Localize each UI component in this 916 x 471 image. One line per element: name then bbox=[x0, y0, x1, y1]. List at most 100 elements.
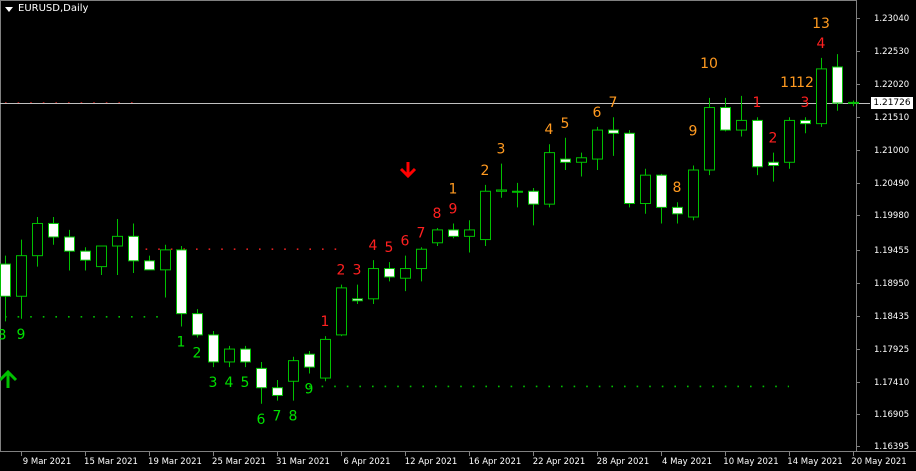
count-label: 4 bbox=[369, 238, 378, 254]
time-tick-label: 12 Apr 2021 bbox=[405, 457, 458, 467]
candle-bearish bbox=[192, 313, 203, 336]
price-tick-label: 1.21510 bbox=[874, 113, 909, 123]
candle-bullish bbox=[288, 360, 299, 382]
candle-bearish bbox=[624, 132, 635, 204]
price-tick-label: 1.16395 bbox=[874, 442, 909, 452]
candle-bullish bbox=[400, 268, 411, 279]
count-label: 3 bbox=[801, 95, 810, 111]
count-label: 1 bbox=[321, 314, 330, 330]
candle-bearish bbox=[352, 298, 363, 302]
candle-bearish bbox=[832, 66, 843, 104]
count-label: 10 bbox=[700, 56, 718, 72]
price-tick-label: 1.18435 bbox=[874, 312, 909, 322]
time-tick-label: 15 Mar 2021 bbox=[84, 457, 138, 467]
candlestick-chart[interactable]: 1.23040 1.22530 1.22020 1.21510 1.21000 1.204… bbox=[0, 0, 916, 471]
price-tick-label: 1.21000 bbox=[874, 146, 909, 156]
candle-bearish bbox=[256, 367, 267, 389]
candle-bullish bbox=[688, 169, 699, 218]
price-tick-label: 1.20490 bbox=[874, 179, 909, 189]
candle-bullish bbox=[432, 229, 443, 244]
time-tick-label: 20 May 2021 bbox=[851, 457, 906, 467]
price-tick-label: 1.23040 bbox=[874, 14, 909, 24]
candle-bullish bbox=[816, 68, 827, 125]
count-label: 1 bbox=[177, 335, 186, 351]
candle-bullish bbox=[592, 129, 603, 160]
count-label: 9 bbox=[689, 123, 698, 139]
candle-bearish bbox=[144, 260, 155, 271]
candle-bearish bbox=[768, 161, 779, 166]
candle-bullish bbox=[16, 255, 27, 297]
candle-bearish bbox=[800, 119, 811, 125]
time-tick-label: 31 Mar 2021 bbox=[276, 457, 330, 467]
count-label: 4 bbox=[817, 36, 826, 52]
candle-bearish bbox=[80, 250, 91, 261]
count-label: 2 bbox=[337, 263, 346, 279]
candle-bearish bbox=[720, 107, 731, 131]
candle-bearish bbox=[0, 263, 11, 297]
candle-bearish bbox=[608, 129, 619, 134]
count-label: 4 bbox=[225, 375, 234, 391]
candle-bearish bbox=[272, 387, 283, 396]
price-tick-label: 1.22020 bbox=[874, 80, 909, 90]
candle-bearish bbox=[64, 236, 75, 252]
price-tick-label: 1.16905 bbox=[874, 410, 909, 420]
count-label: 1 bbox=[753, 95, 762, 111]
candle-bullish bbox=[736, 119, 747, 131]
count-label: 8 bbox=[433, 206, 442, 222]
count-label: 6 bbox=[401, 234, 410, 250]
count-label: 13 bbox=[812, 16, 830, 32]
time-tick-label: 25 Mar 2021 bbox=[212, 457, 266, 467]
count-label: 4 bbox=[545, 122, 554, 138]
chart-menu-arrow-icon[interactable] bbox=[5, 7, 13, 12]
count-label: 8 bbox=[673, 180, 682, 196]
price-tick-label: 1.22530 bbox=[874, 47, 909, 57]
count-label: 9 bbox=[449, 201, 458, 217]
price-tick-label: 1.18950 bbox=[874, 279, 909, 289]
count-label: 7 bbox=[417, 225, 426, 241]
candle-bearish bbox=[128, 235, 139, 262]
candle-bearish bbox=[672, 206, 683, 215]
time-tick-label: 6 Apr 2021 bbox=[343, 457, 390, 467]
candle-bullish bbox=[336, 287, 347, 336]
candle-bullish bbox=[112, 235, 123, 247]
count-label: 3 bbox=[497, 142, 506, 158]
time-tick-label: 9 Mar 2021 bbox=[23, 457, 71, 467]
count-label: 5 bbox=[561, 116, 570, 132]
price-tick-label: 1.19455 bbox=[874, 246, 909, 256]
candle-bullish bbox=[704, 107, 715, 171]
candle-bullish bbox=[32, 222, 43, 257]
count-label: 3 bbox=[353, 263, 362, 279]
time-tick-label: 14 May 2021 bbox=[787, 457, 842, 467]
candle-bullish bbox=[480, 190, 491, 241]
time-tick-label: 22 Apr 2021 bbox=[533, 457, 586, 467]
count-label: 3 bbox=[209, 375, 218, 391]
candle-bullish bbox=[368, 268, 379, 300]
candle-bullish bbox=[464, 229, 475, 237]
candle-bearish bbox=[208, 334, 219, 363]
count-label: 1 bbox=[449, 181, 458, 197]
count-label: 12 bbox=[796, 75, 814, 91]
candle-bearish bbox=[752, 119, 763, 168]
candle-bearish bbox=[528, 190, 539, 205]
time-tick-label: 10 May 2021 bbox=[723, 457, 778, 467]
count-label: 2 bbox=[481, 163, 490, 179]
count-label: 6 bbox=[593, 105, 602, 121]
candle-bullish bbox=[784, 119, 795, 163]
time-tick-label: 19 Mar 2021 bbox=[148, 457, 202, 467]
candle-bullish bbox=[640, 174, 651, 204]
candle-bullish bbox=[96, 245, 107, 268]
chart-window[interactable]: 1.23040 1.22530 1.22020 1.21510 1.21000 1.204… bbox=[0, 0, 916, 471]
time-tick-label: 28 Apr 2021 bbox=[597, 457, 650, 467]
count-label: 7 bbox=[273, 409, 282, 425]
count-label: 2 bbox=[193, 345, 202, 361]
candle-bearish bbox=[560, 158, 571, 163]
candle-bearish bbox=[656, 174, 667, 208]
candle-bearish bbox=[176, 249, 187, 315]
time-tick-label: 16 Apr 2021 bbox=[469, 457, 522, 467]
candle-bullish bbox=[224, 348, 235, 363]
count-label: 8 bbox=[289, 409, 298, 425]
candle-bearish bbox=[240, 348, 251, 363]
candle-bullish bbox=[496, 189, 507, 192]
price-tick-label: 1.17925 bbox=[874, 345, 909, 355]
count-label: 9 bbox=[305, 382, 314, 398]
